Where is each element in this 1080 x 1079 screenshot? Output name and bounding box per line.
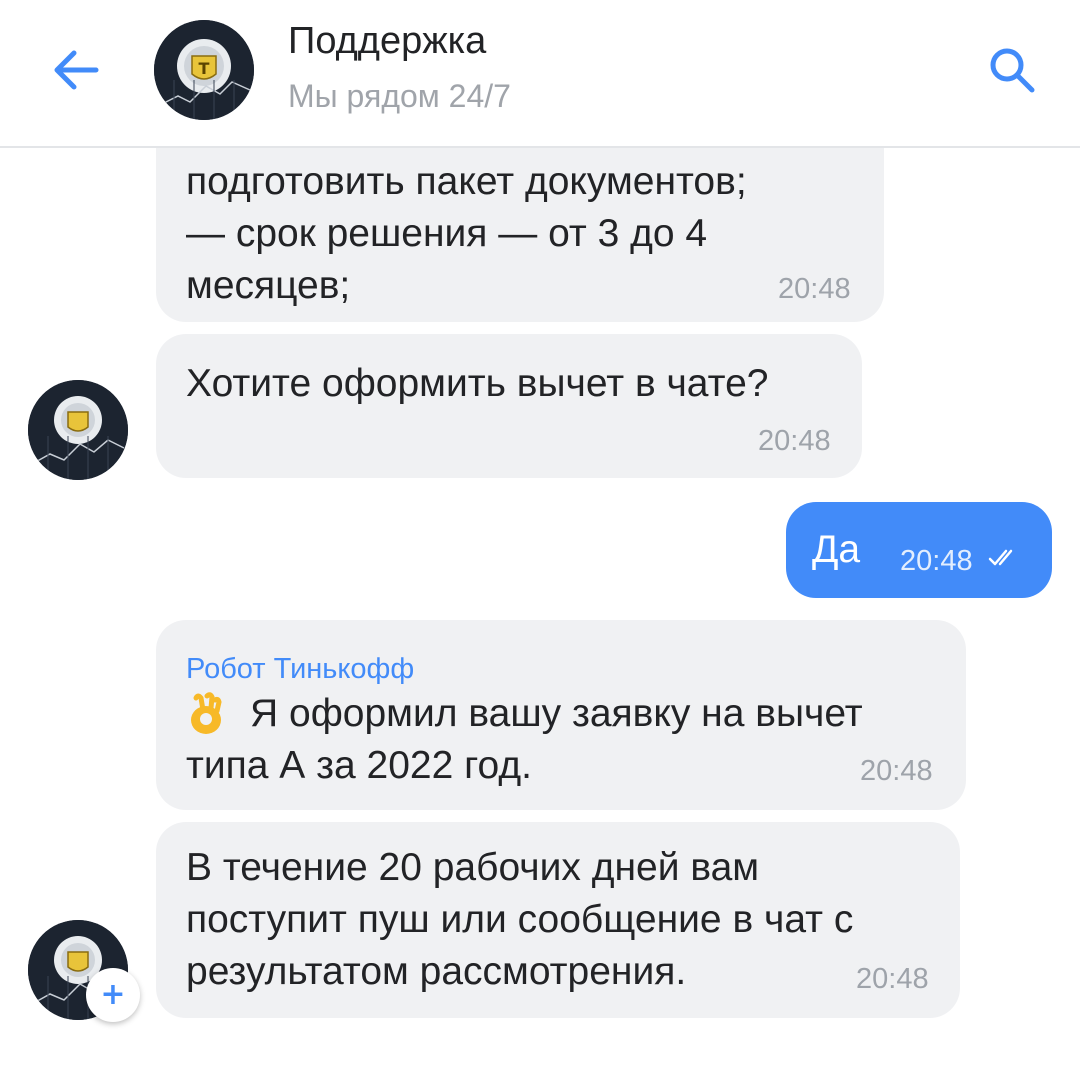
message-line: поступит пуш или сообщение в чат с	[186, 898, 854, 941]
double-check-icon	[988, 549, 1013, 566]
message-line: Хотите оформить вычет в чате?	[186, 362, 769, 405]
incoming-message-bubble[interactable]: В течение 20 рабочих дней вам поступит пу…	[156, 822, 960, 1018]
message-time: 20:48	[856, 963, 929, 995]
message-line: В течение 20 рабочих дней вам	[186, 846, 760, 889]
tinkoff-logo-icon	[28, 380, 128, 480]
message-time: 20:48	[758, 425, 831, 457]
message-line: Я оформил вашу заявку на вычет	[250, 692, 863, 735]
tinkoff-logo-icon: Т	[154, 20, 254, 120]
message-line: подготовить пакет документов;	[186, 160, 747, 203]
ok-hand-emoji-icon	[191, 692, 222, 734]
message-time: 20:48	[900, 545, 973, 577]
search-icon	[990, 48, 1035, 93]
outgoing-message-bubble[interactable]: Да 20:48	[786, 502, 1052, 598]
message-line: результатом рассмотрения.	[186, 950, 687, 993]
message-line: типа А за 2022 год.	[186, 744, 532, 787]
message-line: месяцев;	[186, 264, 351, 307]
arrow-left-icon	[54, 50, 99, 90]
incoming-message-bubble[interactable]: Хотите оформить вычет в чате? 20:48	[156, 334, 862, 478]
svg-text:Т: Т	[199, 59, 210, 78]
back-button[interactable]	[46, 40, 106, 100]
plus-icon: +	[100, 977, 126, 1012]
message-line: Да	[812, 528, 861, 571]
bot-avatar[interactable]	[28, 380, 128, 480]
message-line: — срок решения — от 3 до 4	[186, 212, 708, 255]
chat-title: Поддержка	[288, 20, 487, 62]
chat-header: Т Поддержка Мы рядом 24/7	[0, 0, 1080, 148]
chat-subtitle: Мы рядом 24/7	[288, 78, 511, 114]
add-button[interactable]: +	[86, 968, 140, 1022]
incoming-message-bubble[interactable]: Робот Тинькофф Я оформил вашу заявку на в…	[156, 620, 966, 810]
message-time: 20:48	[778, 273, 851, 305]
support-avatar[interactable]: Т	[154, 20, 254, 120]
message-time: 20:48	[860, 755, 933, 787]
search-button[interactable]	[982, 40, 1042, 100]
